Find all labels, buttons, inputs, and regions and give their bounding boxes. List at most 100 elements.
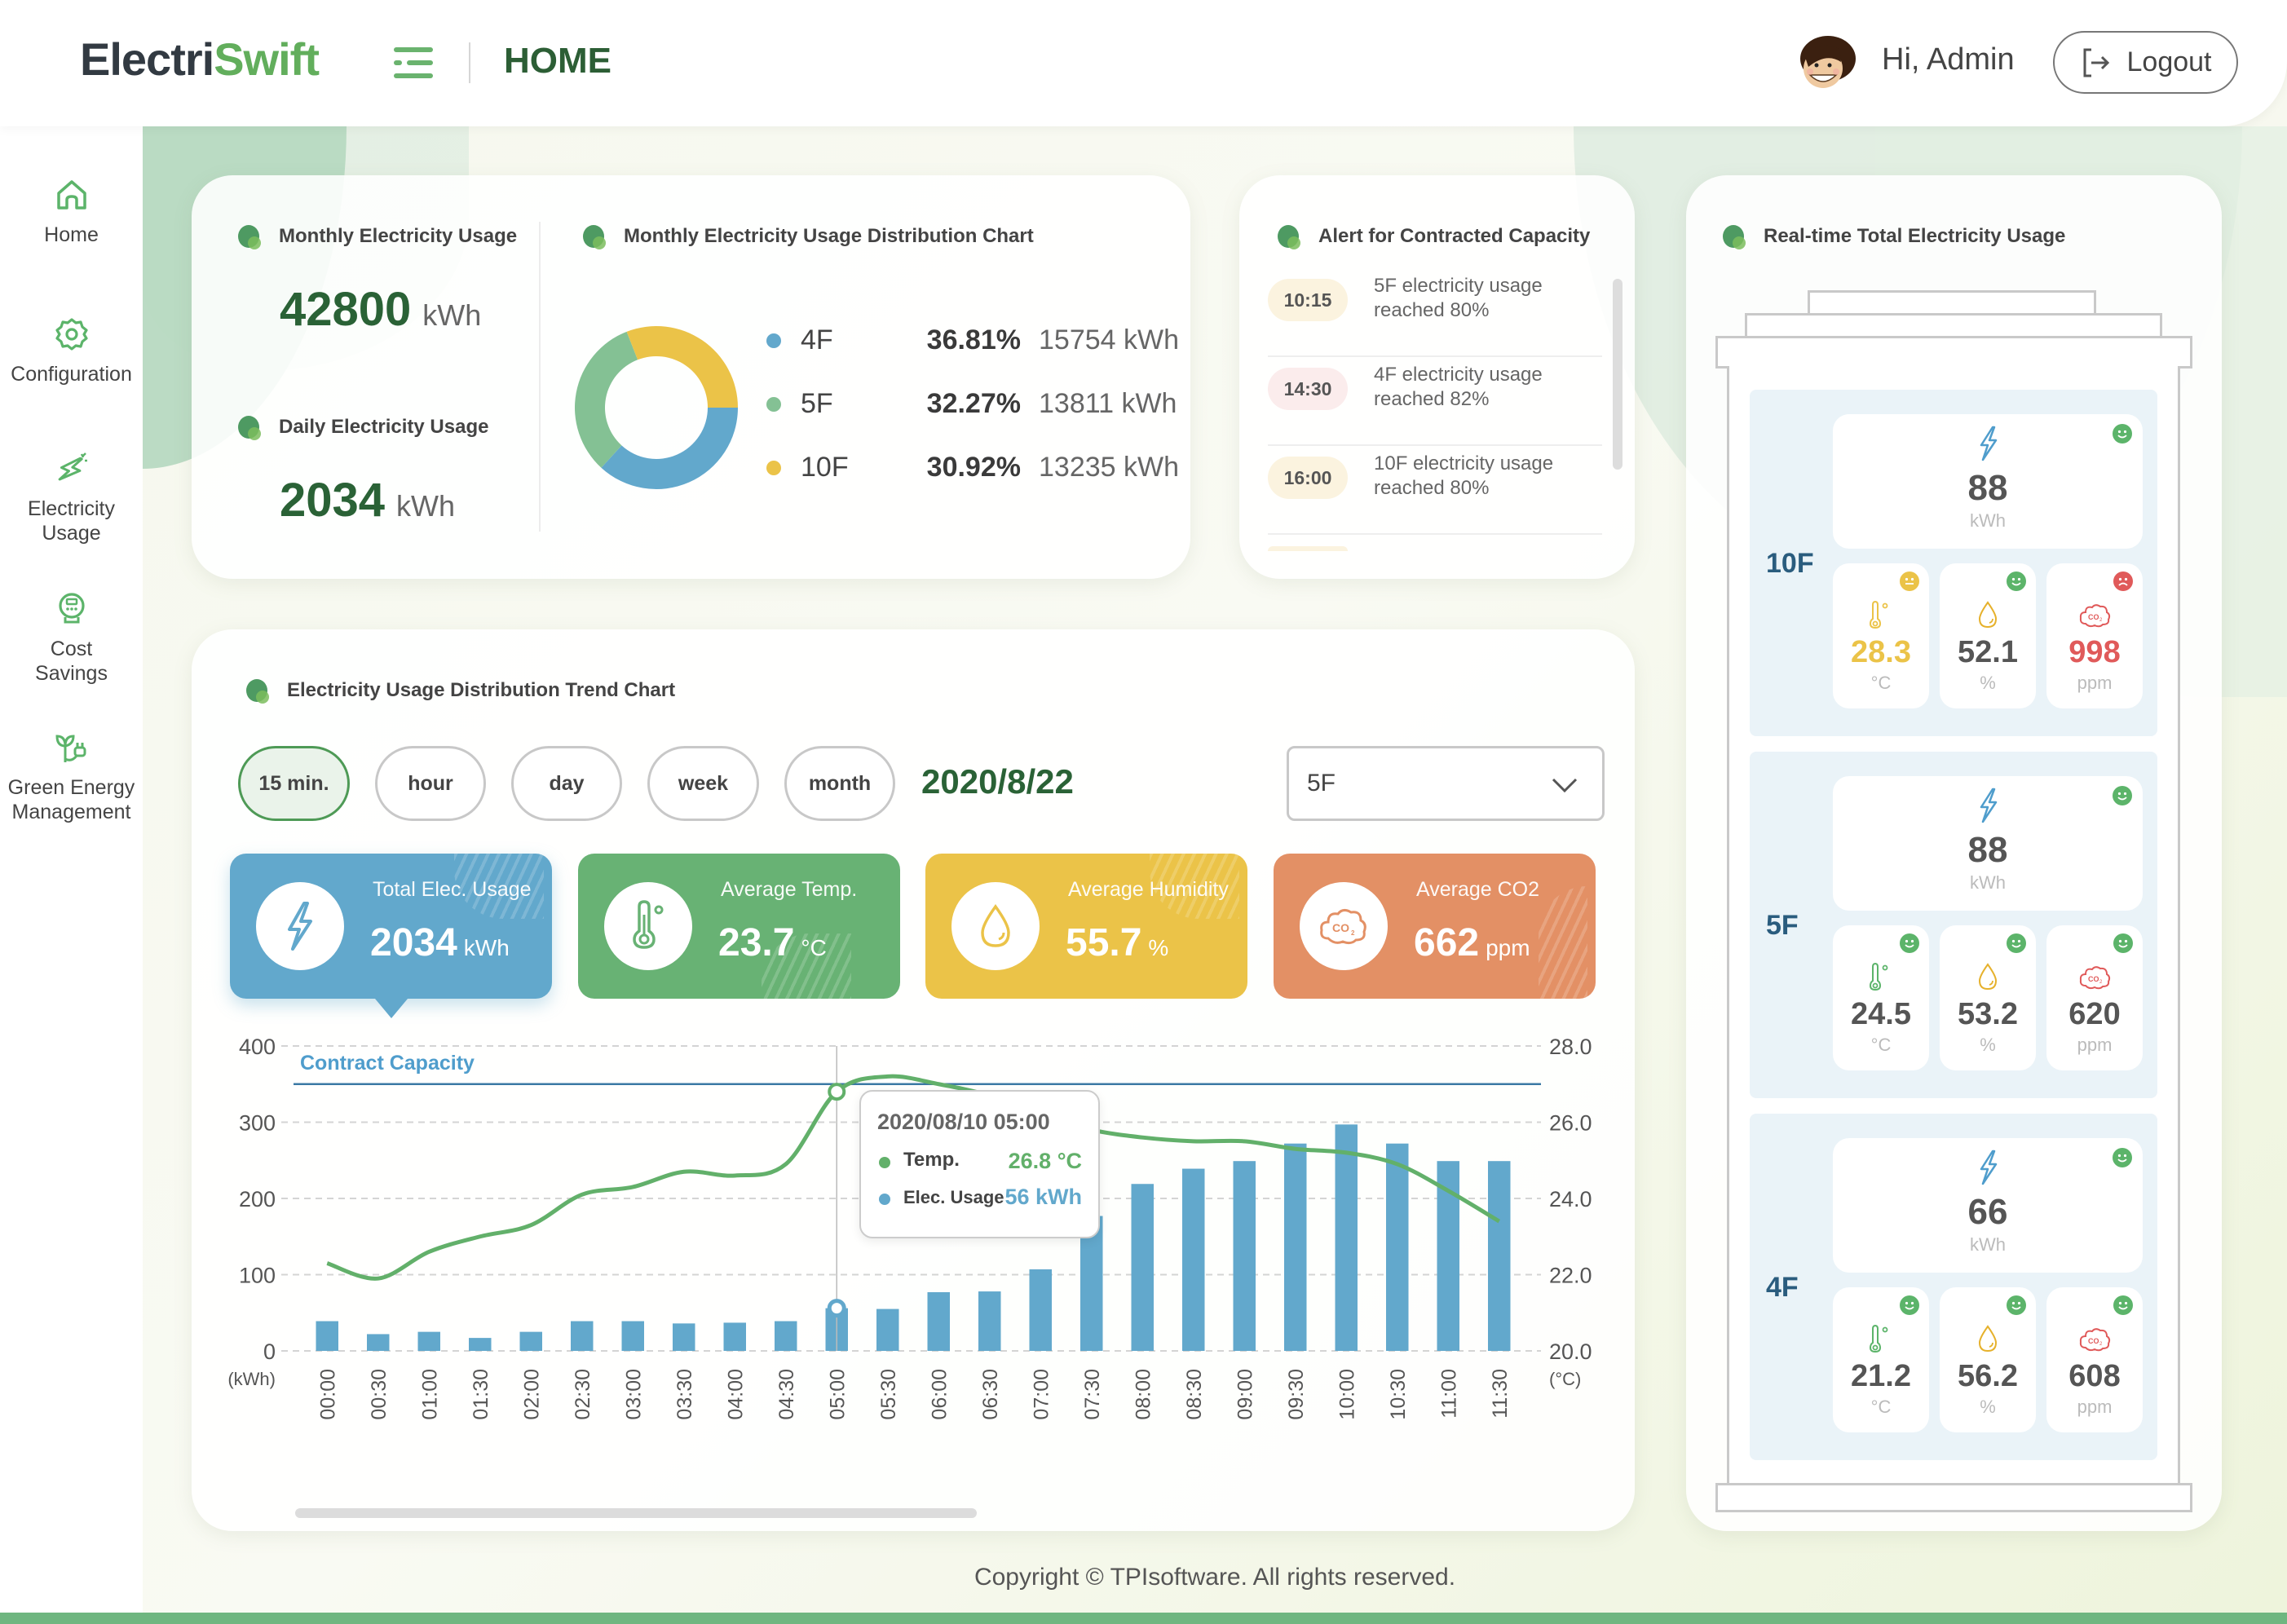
bar-02:00[interactable] xyxy=(519,1331,543,1351)
sidebar-item-configuration[interactable]: Configuration xyxy=(0,316,143,386)
period-label: month xyxy=(808,771,872,795)
sidebar-item-label: Electricity Usage xyxy=(28,497,115,545)
alert-item[interactable]: 10:15 5F electricity usage reached 80% xyxy=(1268,269,1602,357)
svg-text:2: 2 xyxy=(2099,980,2103,985)
legend-kwh: 13235 kWh xyxy=(1039,452,1179,483)
bar-06:30[interactable] xyxy=(978,1291,1001,1351)
kpi-label: Average Temp. xyxy=(721,878,858,901)
period-hour-button[interactable]: hour xyxy=(375,746,486,821)
bar-03:30[interactable] xyxy=(673,1323,695,1351)
sidebar-item-home[interactable]: Home xyxy=(0,177,143,247)
donut-slice-4f[interactable] xyxy=(601,408,738,489)
building-foundation xyxy=(1715,1483,2192,1512)
temp-tile[interactable]: 28.3 °C xyxy=(1833,563,1929,708)
usage-point-highlight[interactable] xyxy=(827,1299,846,1318)
alert-item[interactable]: 16:00 10F electricity usage reached 80% xyxy=(1268,447,1602,535)
alert-item[interactable]: 14:30 4F electricity usage reached 82% xyxy=(1268,358,1602,446)
period-day-button[interactable]: day xyxy=(511,746,622,821)
status-face-good-icon xyxy=(2113,786,2132,805)
humidity-tile[interactable]: 53.2 % xyxy=(1940,925,2036,1070)
bar-10:00[interactable] xyxy=(1335,1124,1358,1351)
period-15min-button[interactable]: 15 min. xyxy=(238,746,350,821)
co2-tile[interactable]: CO 2 620 ppm xyxy=(2046,925,2143,1070)
sidebar-item-label: Green Energy Management xyxy=(7,776,135,823)
usage-unit: kWh xyxy=(1970,510,2006,531)
temp-unit: °C xyxy=(1870,1035,1892,1055)
bar-04:00[interactable] xyxy=(723,1322,747,1351)
alert-time-badge-partial xyxy=(1268,546,1348,551)
avatar[interactable] xyxy=(1794,34,1859,93)
bar-00:30[interactable] xyxy=(367,1334,390,1351)
bar-04:30[interactable] xyxy=(775,1321,797,1351)
value-unit: kWh xyxy=(422,298,482,332)
kpi-average-co2[interactable]: CO 2 Average CO2 662 ppm xyxy=(1274,854,1596,999)
temperature-point-highlight[interactable] xyxy=(828,1083,846,1101)
kpi-total-usage[interactable]: Total Elec. Usage 2034 kWh xyxy=(230,854,552,999)
bar-03:00[interactable] xyxy=(621,1321,645,1351)
bar-09:30[interactable] xyxy=(1284,1143,1307,1351)
droplet-icon xyxy=(1978,1325,1998,1353)
bar-08:30[interactable] xyxy=(1182,1168,1205,1351)
alert-list-scrollbar[interactable] xyxy=(1613,279,1623,470)
humidity-tile[interactable]: 56.2 % xyxy=(1940,1287,2036,1432)
bar-01:30[interactable] xyxy=(469,1338,492,1351)
co2-tile[interactable]: CO 2 998 ppm xyxy=(2046,563,2143,708)
humidity-unit: % xyxy=(1980,673,1996,693)
temp-tile[interactable]: 24.5 °C xyxy=(1833,925,1929,1070)
title-bullet-icon xyxy=(1723,225,1746,249)
logout-button[interactable]: Logout xyxy=(2053,31,2238,94)
x-tick-label: 00:30 xyxy=(368,1369,391,1420)
sidebar-item-green-energy[interactable]: Green Energy Management xyxy=(0,730,143,824)
donut-slice-5f[interactable] xyxy=(575,331,638,468)
period-month-button[interactable]: month xyxy=(784,746,895,821)
usage-tile[interactable]: 66 kWh xyxy=(1833,1138,2143,1273)
humidity-tile[interactable]: 52.1 % xyxy=(1940,563,2036,708)
co2-icon: CO 2 xyxy=(2079,966,2111,990)
usage-tile[interactable]: 88 kWh xyxy=(1833,414,2143,549)
alert-time-badge: 16:00 xyxy=(1268,457,1348,499)
card-divider xyxy=(539,222,541,532)
period-week-button[interactable]: week xyxy=(647,746,759,821)
alert-message: 10F electricity usage reached 80% xyxy=(1374,452,1553,501)
usage-tile[interactable]: 88 kWh xyxy=(1833,776,2143,911)
bar-02:30[interactable] xyxy=(571,1321,594,1351)
bar-01:00[interactable] xyxy=(417,1331,441,1351)
bottom-accent-bar xyxy=(0,1613,2287,1624)
bar-07:00[interactable] xyxy=(1029,1269,1053,1351)
floor-select[interactable]: 5F xyxy=(1287,746,1605,821)
bar-06:00[interactable] xyxy=(927,1292,951,1351)
bar-09:00[interactable] xyxy=(1233,1161,1256,1351)
donut-slice-10f[interactable] xyxy=(626,326,738,408)
x-tick-label: 08:30 xyxy=(1183,1369,1206,1420)
bar-10:30[interactable] xyxy=(1386,1143,1409,1351)
svg-text:2: 2 xyxy=(2099,1342,2103,1347)
legend-row-4f: 4F 36.81% 15754 kWh xyxy=(766,324,1179,356)
title-text: Alert for Contracted Capacity xyxy=(1318,225,1591,247)
thermometer-icon xyxy=(1869,1325,1888,1353)
sidebar-item-cost-savings[interactable]: Cost Savings xyxy=(0,591,143,686)
kpi-average-temp[interactable]: Average Temp. 23.7 °C xyxy=(578,854,900,999)
page-title: HOME xyxy=(504,41,611,81)
svg-text:CO: CO xyxy=(2088,1337,2099,1345)
menu-toggle-icon[interactable] xyxy=(394,47,433,78)
kpi-number: 23.7 xyxy=(718,921,795,964)
temp-tile[interactable]: 21.2 °C xyxy=(1833,1287,1929,1432)
status-face-good-icon xyxy=(2113,424,2132,444)
app-logo[interactable]: ElectriSwift xyxy=(80,33,320,86)
bar-11:30[interactable] xyxy=(1488,1161,1511,1351)
bar-00:00[interactable] xyxy=(316,1321,339,1351)
kpi-average-humidity[interactable]: Average Humidity 55.7% xyxy=(925,854,1247,999)
status-face-bad-icon xyxy=(2113,571,2133,591)
legend-dot xyxy=(766,333,781,348)
y-tick-label: 200 xyxy=(239,1187,276,1211)
y2-tick-label: 28.0 xyxy=(1549,1035,1592,1059)
bar-08:00[interactable] xyxy=(1131,1184,1155,1351)
co2-tile[interactable]: CO 2 608 ppm xyxy=(2046,1287,2143,1432)
kpi-unit: °C xyxy=(801,935,827,960)
chart-horizontal-scrollbar[interactable] xyxy=(295,1508,977,1518)
bar-05:30[interactable] xyxy=(876,1308,899,1351)
title-text: Daily Electricity Usage xyxy=(279,416,489,438)
sidebar-item-electricity-usage[interactable]: Electricity Usage xyxy=(0,451,143,545)
selected-date[interactable]: 2020/8/22 xyxy=(921,762,1074,801)
y2-tick-label: 22.0 xyxy=(1549,1264,1592,1288)
